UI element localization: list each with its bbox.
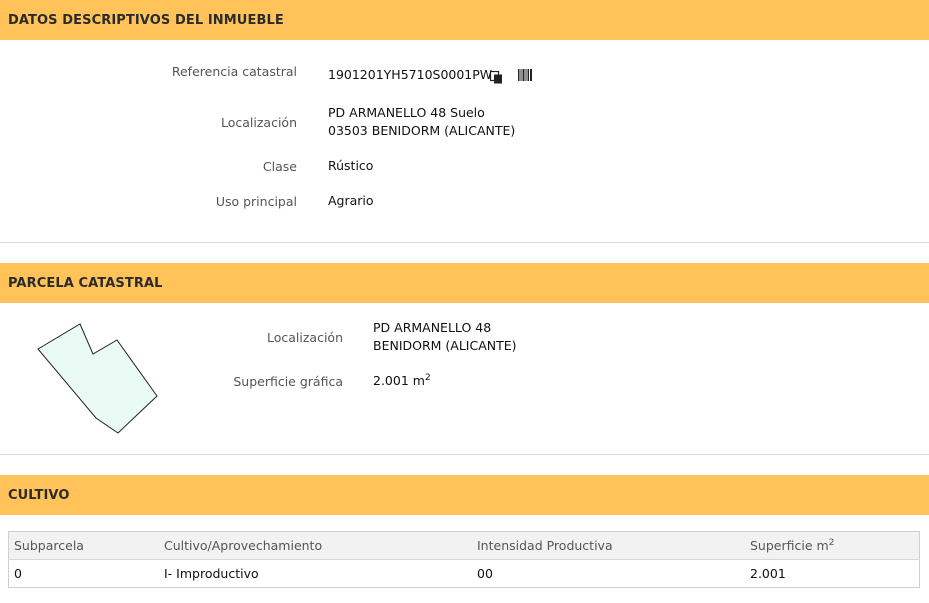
cultivo-table-header-row: Subparcela Cultivo/Aprovechamiento Inten… — [8, 531, 920, 560]
superficie-grafica-value: 2.001 m2 — [373, 372, 431, 390]
uso-principal-value: Agrario — [328, 193, 374, 208]
ref-catastral-label: Referencia catastral — [171, 64, 297, 79]
col-superficie-exp: 2 — [828, 537, 835, 548]
section-header-cultivo: CULTIVO — [0, 475, 929, 515]
section-title-cultivo: CULTIVO — [8, 487, 70, 503]
cell-cultivo: I- Improductivo — [164, 566, 259, 581]
superficie-grafica-label: Superficie gráfica — [233, 374, 343, 389]
localizacion-label: Localización — [220, 115, 297, 130]
barcode-icon[interactable] — [518, 66, 532, 81]
col-cultivo: Cultivo/Aprovechamiento — [159, 531, 472, 560]
copy-icon[interactable] — [489, 69, 503, 84]
parcela-localizacion-label: Localización — [266, 330, 343, 345]
cell-intensidad: 00 — [477, 566, 493, 581]
col-superficie: Superficie m2 — [745, 531, 920, 560]
ref-catastral-value[interactable]: 1901201YH5710S0001PW — [328, 66, 492, 84]
clase-label: Clase — [262, 159, 297, 174]
col-intensidad: Intensidad Productiva — [472, 531, 745, 560]
section-header-inmueble: DATOS DESCRIPTIVOS DEL INMUEBLE — [0, 0, 929, 40]
superficie-unit-exp: 2 — [424, 372, 431, 383]
section-title-inmueble: DATOS DESCRIPTIVOS DEL INMUEBLE — [8, 12, 284, 28]
cell-superficie: 2.001 — [750, 566, 786, 581]
section-title-parcela: PARCELA CATASTRAL — [8, 275, 163, 291]
section-body-parcela: Localización PD ARMANELLO 48 BENIDORM (A… — [0, 303, 929, 455]
uso-principal-label: Uso principal — [215, 194, 297, 209]
col-superficie-text: Superficie m — [750, 538, 829, 553]
parcel-shape-map[interactable] — [30, 321, 165, 441]
localizacion-value: PD ARMANELLO 48 Suelo 03503 BENIDORM (AL… — [328, 104, 515, 140]
table-row: 0 I- Improductivo 00 2.001 — [9, 560, 920, 588]
col-subparcela: Subparcela — [8, 531, 159, 560]
clase-value: Rústico — [328, 158, 374, 173]
section-body-inmueble: Referencia catastral 1901201YH5710S0001P… — [0, 40, 929, 243]
parcela-localizacion-value: PD ARMANELLO 48 BENIDORM (ALICANTE) — [373, 319, 517, 355]
parcela-loc-line2: BENIDORM (ALICANTE) — [373, 338, 517, 353]
section-header-parcela: PARCELA CATASTRAL — [0, 263, 929, 303]
superficie-value-text: 2.001 m — [373, 373, 425, 388]
localizacion-line1: PD ARMANELLO 48 Suelo — [328, 105, 485, 120]
parcela-loc-line1: PD ARMANELLO 48 — [373, 320, 492, 335]
cell-subparcela: 0 — [14, 566, 22, 581]
cultivo-table: Subparcela Cultivo/Aprovechamiento Inten… — [8, 531, 920, 588]
localizacion-line2: 03503 BENIDORM (ALICANTE) — [328, 123, 516, 138]
